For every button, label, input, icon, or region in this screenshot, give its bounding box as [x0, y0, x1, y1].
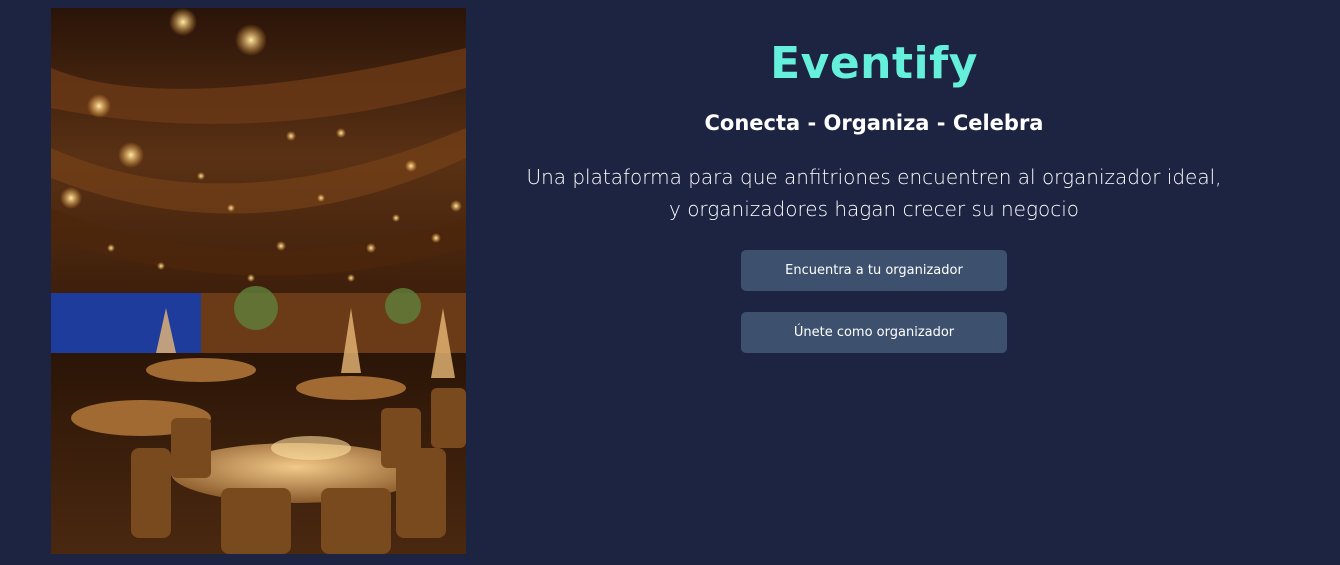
find-organizer-button[interactable]: Encuentra a tu organizador	[741, 250, 1007, 291]
join-as-organizer-button[interactable]: Únete como organizador	[741, 312, 1007, 353]
brand-title: Eventify	[770, 38, 978, 89]
hero-description: Una plataforma para que anfitriones encu…	[466, 161, 1282, 225]
description-line-1: Una plataforma para que anfitriones encu…	[526, 165, 1222, 189]
event-venue-photo	[51, 8, 466, 554]
hero-content: Eventify Conecta - Organiza - Celebra Un…	[466, 0, 1282, 565]
tagline: Conecta - Organiza - Celebra	[704, 111, 1044, 135]
description-line-2: y organizadores hagan crecer su negocio	[669, 197, 1079, 221]
event-venue-illustration	[51, 8, 466, 554]
